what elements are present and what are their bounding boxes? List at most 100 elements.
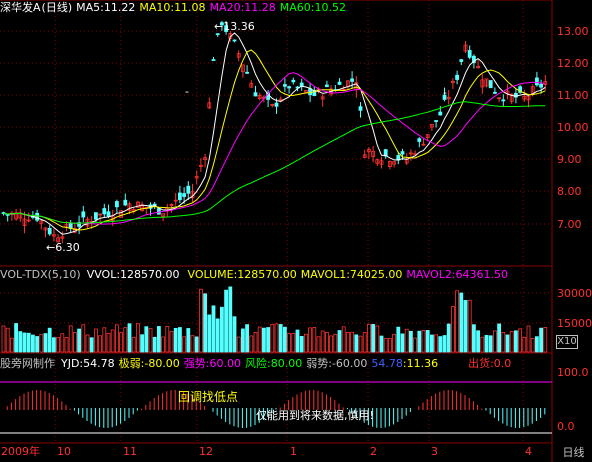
candle-body — [81, 211, 86, 218]
volume-indicator-name[interactable]: VOL-TDX(5,10) — [0, 268, 81, 281]
vvol-readout: VVOL:128570.00 — [86, 268, 180, 281]
volume-bar — [224, 289, 229, 353]
price-axis-label: 7.00 — [557, 218, 582, 231]
chuhuo-readout: 出货:0.0 — [468, 357, 512, 370]
future-data-warning: 仅能用到将来数据,慎用! — [256, 409, 374, 422]
candle-body — [467, 50, 472, 58]
volume-bar — [207, 314, 212, 353]
volume-axis-label: 30000 — [557, 287, 592, 300]
volume-bar — [77, 328, 81, 353]
volume-bar — [156, 326, 161, 353]
volume-header: VOL-TDX(5,10) VVOL:128570.00 VOLUME:128570… — [0, 268, 512, 282]
date-label: 1 — [290, 445, 297, 458]
volume-bar — [417, 330, 422, 353]
candle-body — [417, 138, 422, 142]
date-label: 2009年 — [1, 445, 40, 458]
candle-body — [291, 79, 296, 83]
candle-body — [535, 77, 539, 86]
high-price-marker: ←13.36 — [214, 20, 255, 33]
dash-marker-left: - — [185, 85, 189, 98]
candle-body — [400, 151, 405, 155]
volume-bar — [140, 334, 145, 353]
volume-bar — [337, 330, 342, 353]
indicator-axis-label: 0.0 — [557, 420, 575, 433]
jiruo-readout: 极弱:-80.00 — [118, 357, 180, 370]
volume-bar — [194, 336, 199, 353]
volume-bar — [203, 293, 208, 353]
candle-body — [245, 71, 250, 74]
volume-bar — [535, 336, 539, 353]
volume-bar — [173, 327, 178, 353]
indicator-name[interactable]: 股旁网制作 — [0, 357, 55, 370]
candle-body — [337, 81, 342, 85]
candle-body — [156, 208, 161, 215]
indicator-header: 股旁网制作 YJD:54.78 极弱:-80.00 强势:60.00 风险:80.00 弱… — [0, 357, 515, 371]
volume-bar — [425, 330, 430, 353]
volume-bar — [379, 335, 384, 353]
candle-body — [501, 99, 506, 102]
date-label: 3 — [431, 445, 438, 458]
candle-body — [182, 193, 187, 197]
volume-bar — [232, 316, 237, 353]
candle-body — [539, 83, 543, 88]
candle-body — [455, 74, 460, 80]
volume-bar — [505, 334, 510, 353]
qiangshi-readout: 强势:60.00 — [183, 357, 242, 370]
date-label: 12 — [199, 445, 213, 458]
stock-chart-canvas[interactable] — [0, 0, 592, 462]
ruoshi-readout: 弱势:-60.00 — [306, 357, 368, 370]
volume-bar — [266, 327, 271, 353]
volume-bar — [35, 336, 39, 353]
volume-bar — [18, 331, 23, 353]
ma10-readout: MA10:11.08 — [139, 1, 206, 14]
volume-bar — [488, 335, 493, 353]
mavol2-readout: MAVOL2:64361.50 — [406, 268, 509, 281]
volume-bar — [152, 336, 157, 353]
volume-bar — [408, 330, 413, 353]
candle-body — [287, 86, 292, 89]
price-axis-label: 10.00 — [557, 121, 589, 134]
volume-bar — [219, 306, 224, 353]
date-label: 10 — [57, 445, 71, 458]
ma5-readout: MA5:11.22 — [76, 1, 136, 14]
date-label: 2 — [370, 445, 377, 458]
stock-name[interactable]: 深华发A — [0, 1, 41, 14]
volume-bar — [30, 334, 35, 353]
indicator-axis-label: 100.0 — [557, 366, 589, 379]
volume-bar — [476, 330, 481, 353]
volume-bar — [471, 324, 476, 353]
volume-bar — [177, 327, 182, 353]
volume-bar — [354, 334, 359, 353]
mavol1-readout: MAVOL1:74025.00 — [300, 268, 403, 281]
volume-axis-label: 15000 — [557, 317, 592, 330]
volume-unit-button[interactable]: X10 — [556, 335, 578, 349]
volume-bar — [228, 286, 233, 353]
volume-bar — [429, 334, 434, 353]
candle-body — [177, 192, 182, 201]
volume-bar — [52, 337, 56, 353]
volume-bar — [400, 333, 405, 353]
price-axis-label: 11.00 — [557, 89, 589, 102]
candle-body — [350, 78, 355, 82]
volume-readout: VOLUME:128570.00 — [187, 268, 297, 281]
volume-bar — [89, 337, 94, 353]
candle-body — [434, 120, 439, 122]
volume-bar — [514, 330, 518, 353]
candle-body — [102, 208, 107, 215]
candle-body — [47, 227, 52, 235]
volume-bar — [240, 328, 245, 353]
period-toggle-button[interactable]: 日线 — [555, 445, 592, 461]
yjd-readout: YJD:54.78 — [61, 357, 115, 370]
candle-body — [211, 59, 216, 61]
price-header: 深华发A(日线) MA5:11.22 MA10:11.08 MA20:11.28 MA6… — [0, 1, 350, 15]
volume-bar — [127, 323, 132, 353]
volume-bar — [371, 324, 376, 353]
volume-bar — [22, 332, 27, 353]
candle-body — [274, 102, 279, 107]
volume-bar — [295, 329, 300, 353]
price-axis-label: 12.00 — [557, 57, 589, 70]
candle-body — [324, 84, 329, 88]
candle-body — [232, 39, 237, 42]
candle-body — [35, 212, 39, 221]
volume-bar — [144, 326, 149, 353]
